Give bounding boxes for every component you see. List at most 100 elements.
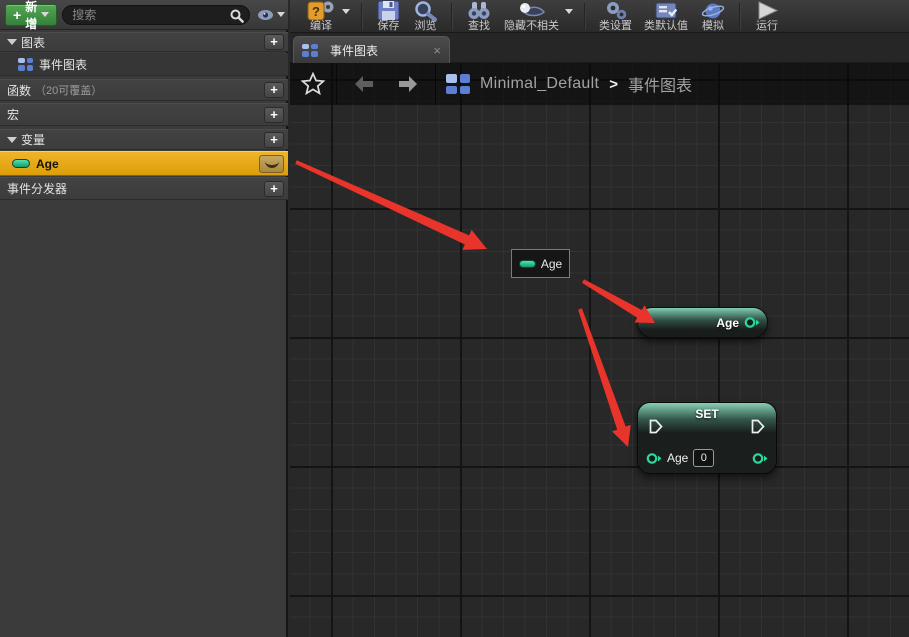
toolbar-separator: [584, 3, 586, 30]
browse-icon: [413, 1, 438, 20]
compile-label: 编译: [310, 20, 332, 32]
hide-unrelated-chevron-icon[interactable]: [565, 9, 573, 14]
sidebar-item-eventgraph[interactable]: 事件图表: [0, 53, 288, 76]
drag-preview-label: Age: [541, 257, 562, 271]
class-settings-icon: [603, 1, 628, 20]
class-defaults-label: 类默认值: [644, 20, 688, 32]
simulate-button[interactable]: 模拟: [694, 0, 732, 32]
variable-type-pill-icon: [519, 260, 536, 268]
node-set-age[interactable]: SET Age 0: [637, 402, 777, 474]
add-variable-button[interactable]: +: [264, 132, 284, 148]
hide-unrelated-button[interactable]: 隐藏不相关: [498, 0, 565, 32]
search-box[interactable]: [62, 5, 250, 25]
add-new-label: 新增: [25, 0, 37, 32]
forward-arrow-icon[interactable]: [395, 72, 421, 96]
blueprint-graph-icon: [18, 58, 33, 71]
graph-breadcrumb-bar: Minimal_Default > 事件图表: [290, 63, 909, 105]
blueprint-graph-icon: [446, 74, 470, 94]
add-graph-button[interactable]: +: [264, 34, 284, 50]
add-macro-button[interactable]: +: [264, 107, 284, 123]
play-label: 运行: [756, 20, 778, 32]
class-defaults-button[interactable]: 类默认值: [638, 0, 694, 32]
eye-closed-icon: [265, 161, 279, 168]
svg-text:?: ?: [312, 4, 320, 19]
expand-arrow-icon[interactable]: [7, 39, 17, 45]
macros-section-label: 宏: [7, 106, 19, 123]
add-new-button[interactable]: + 新增: [5, 4, 57, 26]
input-data-pin-icon[interactable]: [646, 452, 662, 465]
search-input[interactable]: [63, 8, 249, 22]
output-data-pin-icon[interactable]: [744, 316, 760, 329]
set-node-value-input[interactable]: 0: [693, 449, 714, 467]
functions-section-label: 函数: [7, 82, 31, 99]
back-arrow-icon[interactable]: [351, 72, 377, 96]
class-settings-label: 类设置: [599, 20, 632, 32]
breadcrumb-separator: [435, 63, 436, 105]
browse-button[interactable]: 浏览: [407, 0, 444, 32]
variable-type-pill-icon: [12, 159, 30, 168]
drag-preview-variable-age[interactable]: Age: [511, 249, 570, 278]
toolbar-separator: [361, 3, 363, 30]
class-settings-button[interactable]: 类设置: [593, 0, 638, 32]
toolbar-separator: [739, 3, 741, 30]
search-icon: [230, 9, 244, 23]
close-icon[interactable]: ×: [433, 44, 441, 57]
exec-input-pin-icon[interactable]: [649, 419, 663, 434]
variable-visibility-toggle[interactable]: [259, 155, 284, 173]
output-data-pin-icon[interactable]: [752, 452, 768, 465]
variables-section-label: 变量: [21, 131, 45, 148]
view-options-button[interactable]: [255, 9, 287, 21]
play-icon: [754, 1, 780, 20]
variable-age-label: Age: [36, 157, 59, 171]
node-get-age[interactable]: Age: [637, 307, 768, 338]
eventgraph-item-label: 事件图表: [39, 56, 87, 73]
sidebar-section-graphs[interactable]: 图表 +: [0, 32, 288, 52]
my-blueprint-panel: + 新增 图表 + 事件图表 函数 （20可覆盖: [0, 0, 288, 637]
bookmark-star-icon[interactable]: [300, 71, 326, 97]
chevron-down-icon: [41, 12, 49, 17]
breadcrumb-current: 事件图表: [628, 72, 692, 96]
breadcrumb-chevron-icon: >: [609, 76, 618, 93]
play-button[interactable]: 运行: [748, 0, 786, 32]
plus-icon: +: [13, 8, 21, 22]
functions-overridable-hint: （20可覆盖）: [35, 82, 102, 98]
expand-arrow-icon[interactable]: [7, 137, 17, 143]
dispatchers-section-label: 事件分发器: [7, 180, 67, 197]
find-label: 查找: [468, 20, 490, 32]
find-button[interactable]: 查找: [460, 0, 498, 32]
find-icon: [466, 1, 492, 20]
breadcrumb-separator: [336, 63, 337, 105]
tab-eventgraph[interactable]: 事件图表 ×: [293, 36, 450, 63]
add-function-button[interactable]: +: [264, 82, 284, 98]
hide-unrelated-label: 隐藏不相关: [504, 20, 559, 32]
blueprint-graph-icon: [302, 44, 318, 57]
add-dispatcher-button[interactable]: +: [264, 181, 284, 197]
compile-options-chevron-icon[interactable]: [342, 9, 350, 14]
breadcrumb-root[interactable]: Minimal_Default: [480, 75, 599, 93]
set-node-data-row: Age 0: [638, 447, 776, 469]
sidebar-item-variable-age[interactable]: Age: [0, 151, 288, 176]
get-node-label: Age: [716, 316, 739, 330]
set-node-pin-label: Age: [667, 451, 688, 465]
compile-icon: ?: [306, 1, 336, 20]
browse-label: 浏览: [415, 20, 437, 32]
eye-icon: [257, 9, 274, 21]
compile-button[interactable]: ? 编译: [300, 0, 342, 32]
save-label: 保存: [378, 20, 400, 32]
sidebar-section-macros[interactable]: 宏 +: [0, 103, 288, 126]
graph-canvas[interactable]: Minimal_Default > 事件图表 Age Age SET Age: [290, 63, 909, 637]
save-button[interactable]: 保存: [370, 0, 407, 32]
sidebar-section-functions[interactable]: 函数 （20可覆盖） +: [0, 79, 288, 101]
save-icon: [376, 1, 401, 20]
my-blueprint-toolbar: + 新增: [0, 0, 288, 30]
sidebar-section-dispatchers[interactable]: 事件分发器 +: [0, 177, 288, 200]
exec-output-pin-icon[interactable]: [751, 419, 765, 434]
simulate-label: 模拟: [702, 20, 724, 32]
graphs-section-label: 图表: [21, 34, 45, 51]
class-defaults-icon: [654, 1, 679, 20]
document-tab-bar: 事件图表 ×: [290, 33, 909, 63]
sidebar-section-variables[interactable]: 变量 +: [0, 129, 288, 150]
tab-label: 事件图表: [330, 42, 378, 59]
simulate-icon: [700, 1, 726, 20]
hide-unrelated-icon: [516, 1, 548, 20]
